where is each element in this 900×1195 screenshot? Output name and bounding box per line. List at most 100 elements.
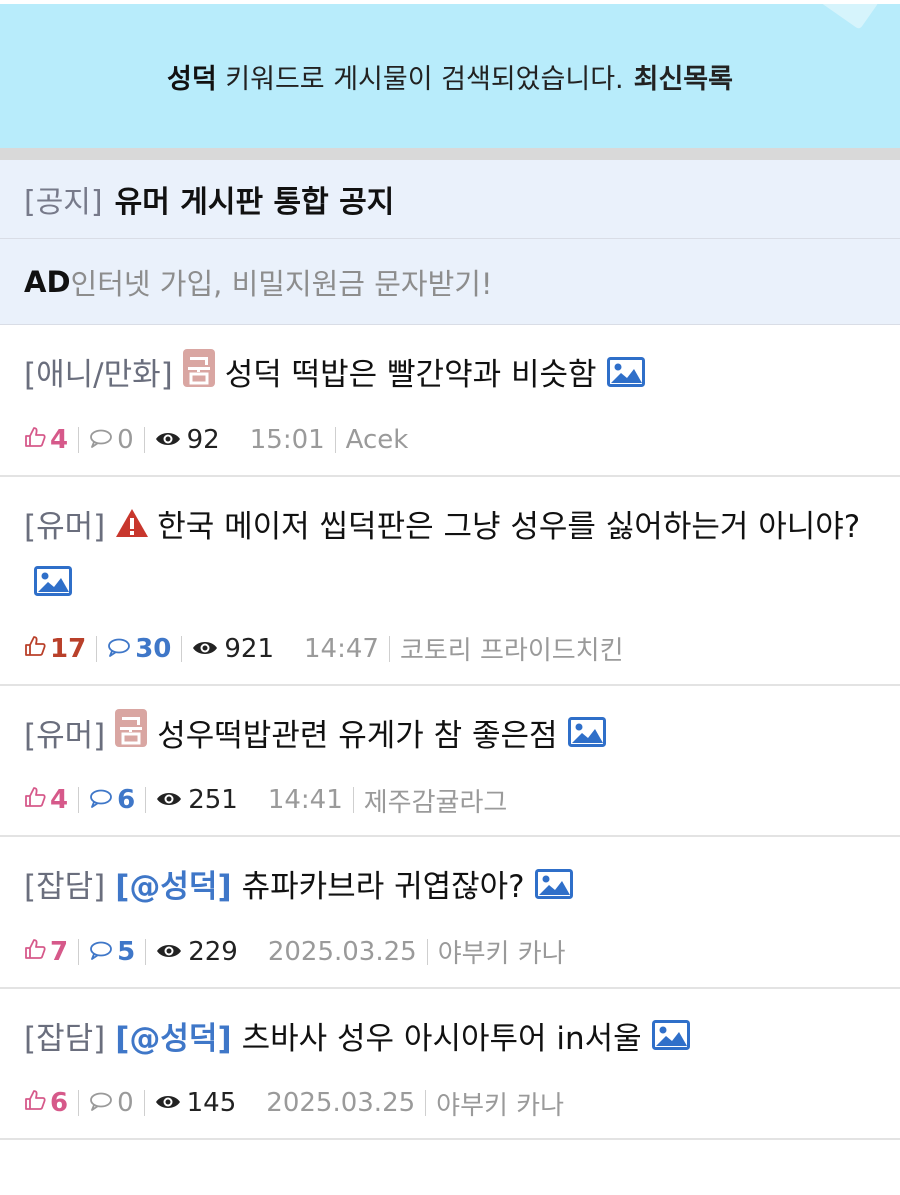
comments-count-group: 5 — [89, 937, 135, 967]
comments-count: 5 — [117, 936, 136, 967]
post-title-line[interactable]: [유머] 한국 메이저 씹덕판은 그냥 성우를 싫어하는거 아니야? — [24, 499, 876, 614]
post-item[interactable]: [유머] 성우떡밥관련 유게가 참 좋은점 4 6 251 14:41 제주감귤라그 — [0, 686, 900, 837]
meta-separator — [78, 1090, 80, 1116]
post-title: 츄파카브라 귀엽잖아? — [241, 869, 525, 905]
post-mention[interactable]: [@성덕] — [115, 869, 231, 905]
search-result-banner: 성덕 키워드로 게시물이 검색되었습니다. 최신목록 — [0, 0, 900, 148]
image-icon — [651, 1012, 690, 1068]
post-author[interactable]: 야부키 카나 — [436, 1085, 564, 1122]
eye-icon — [156, 785, 182, 815]
post-item[interactable]: [유머] 한국 메이저 씹덕판은 그냥 성우를 싫어하는거 아니야? 17 30 921… — [0, 477, 900, 686]
eye-icon — [155, 1088, 181, 1118]
image-icon — [34, 558, 72, 614]
comment-icon — [89, 937, 113, 967]
post-category-tag: [잡담] — [24, 1020, 106, 1057]
eye-icon — [155, 425, 181, 455]
post-time: 15:01 — [249, 424, 325, 455]
likes-count: 6 — [50, 1088, 69, 1118]
views-count-group: 92 — [155, 425, 220, 455]
notice-tag: [공지] — [24, 185, 103, 220]
post-author[interactable]: 제주감귤라그 — [364, 782, 508, 819]
post-author[interactable]: 야부키 카나 — [438, 933, 566, 970]
eye-icon — [156, 937, 182, 967]
likes-count: 17 — [50, 633, 87, 664]
meta-separator — [145, 787, 147, 813]
post-time: 2025.03.25 — [266, 1088, 416, 1118]
comment-icon — [89, 1088, 113, 1118]
comments-count-group: 30 — [107, 634, 171, 664]
post-item[interactable]: [애니/만화] 성덕 떡밥은 빨간약과 비슷함 4 0 92 15:01 Acek — [0, 325, 900, 477]
notice-item[interactable]: [공지] 유머 게시판 통합 공지 — [0, 160, 900, 238]
meta-separator — [426, 938, 428, 965]
post-time: 2025.03.25 — [267, 936, 417, 967]
likes-count-group: 4 — [24, 785, 68, 815]
post-time: 14:41 — [267, 785, 343, 815]
thumbs-up-icon — [24, 785, 46, 815]
likes-count: 4 — [50, 785, 69, 815]
post-category-tag: [유머] — [24, 717, 106, 754]
comment-icon — [89, 785, 113, 815]
post-item[interactable]: [잡담] [@성덕] 츠바사 성우 아시아투어 in서울 6 0 145 2025.03.2… — [0, 989, 900, 1140]
image-icon — [534, 861, 573, 917]
ad-label: AD — [24, 264, 71, 299]
comment-icon — [107, 634, 131, 664]
image-icon — [606, 349, 645, 405]
post-title-line[interactable]: [잡담] [@성덕] 츄파카브라 귀엽잖아? — [24, 859, 876, 917]
badge-icon — [115, 709, 148, 765]
views-count-group: 229 — [156, 937, 238, 967]
meta-separator — [388, 635, 390, 662]
post-meta: 7 5 229 2025.03.25 야부키 카나 — [24, 917, 876, 987]
likes-count: 7 — [50, 936, 69, 967]
post-meta: 6 0 145 2025.03.25 야부키 카나 — [24, 1068, 876, 1138]
likes-count-group: 7 — [24, 937, 68, 967]
banner-text: 키워드로 게시물이 검색되었습니다. — [216, 63, 624, 95]
banner-decoration — [816, 4, 880, 30]
post-title-line[interactable]: [잡담] [@성덕] 츠바사 성우 아시아투어 in서울 — [24, 1011, 876, 1069]
views-count: 145 — [186, 1088, 237, 1118]
meta-separator — [425, 1090, 427, 1116]
likes-count-group: 17 — [24, 634, 86, 664]
eye-icon — [192, 634, 218, 664]
latest-list-link[interactable]: 최신목록 — [634, 64, 733, 95]
meta-separator — [145, 938, 147, 965]
comments-count-group: 0 — [89, 425, 134, 455]
post-meta: 17 30 921 14:47 코토리 프라이드치킨 — [24, 614, 876, 684]
search-keyword: 성덕 — [167, 63, 217, 95]
meta-separator — [143, 1090, 145, 1116]
views-count: 229 — [188, 936, 238, 967]
views-count-group: 921 — [192, 634, 274, 664]
thumbs-up-icon — [24, 1088, 46, 1118]
ad-item[interactable]: AD 인터넷 가입, 비밀지원금 문자받기! — [0, 238, 900, 324]
meta-separator — [334, 426, 336, 453]
post-title-line[interactable]: [유머] 성우떡밥관련 유게가 참 좋은점 — [24, 708, 876, 766]
views-count: 921 — [224, 633, 275, 664]
post-time: 14:47 — [304, 633, 379, 664]
thumbs-up-icon — [24, 425, 46, 455]
likes-count: 4 — [50, 424, 69, 455]
divider-bar — [0, 148, 900, 160]
post-meta: 4 0 92 15:01 Acek — [24, 405, 876, 475]
likes-count-group: 4 — [24, 425, 68, 455]
comments-count: 0 — [117, 424, 134, 455]
comments-count: 0 — [117, 1088, 134, 1118]
post-item[interactable]: [잡담] [@성덕] 츄파카브라 귀엽잖아? 7 5 229 2025.03.25 야부키 카… — [0, 837, 900, 989]
comment-icon — [89, 425, 113, 455]
comments-count-group: 6 — [89, 785, 135, 815]
post-title: 한국 메이저 씹덕판은 그냥 성우를 싫어하는거 아니야? — [157, 508, 861, 545]
post-category-tag: [잡담] — [24, 869, 106, 905]
post-title: 성덕 떡밥은 빨간약과 비슷함 — [224, 357, 597, 393]
post-author[interactable]: Acek — [346, 425, 409, 455]
meta-separator — [181, 635, 183, 662]
comments-count: 30 — [135, 633, 172, 664]
meta-separator — [78, 787, 80, 813]
views-count: 251 — [188, 785, 238, 815]
post-meta: 4 6 251 14:41 제주감귤라그 — [24, 765, 876, 835]
notice-title: 유머 게시판 통합 공지 — [114, 185, 395, 220]
meta-separator — [78, 426, 80, 453]
post-author[interactable]: 코토리 프라이드치킨 — [400, 630, 624, 667]
post-list: [애니/만화] 성덕 떡밥은 빨간약과 비슷함 4 0 92 15:01 Acek [유머] 한… — [0, 325, 900, 1140]
post-title-line[interactable]: [애니/만화] 성덕 떡밥은 빨간약과 비슷함 — [24, 347, 876, 405]
post-mention[interactable]: [@성덕] — [115, 1021, 231, 1057]
meta-separator — [96, 635, 98, 662]
post-title: 성우떡밥관련 유게가 참 좋은점 — [157, 717, 558, 754]
